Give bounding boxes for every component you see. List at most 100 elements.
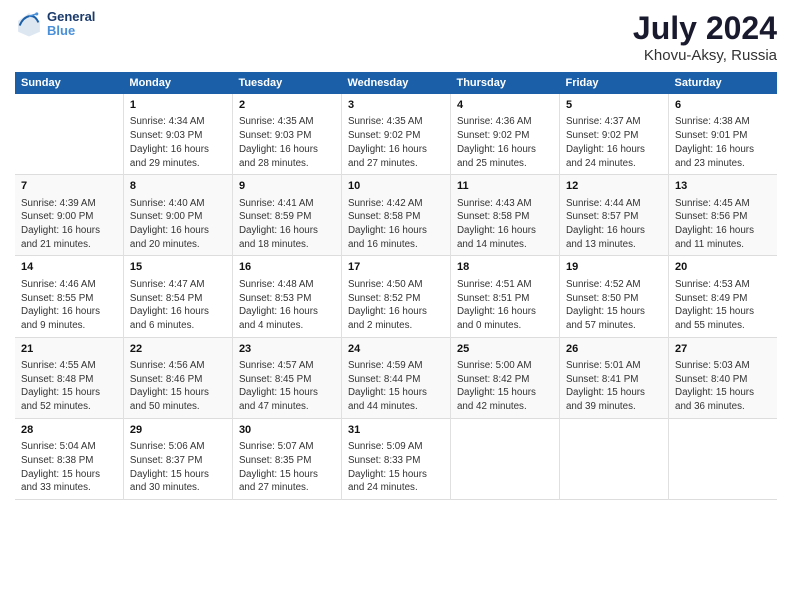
cell-info: Sunrise: 5:04 AMSunset: 8:38 PMDaylight:…	[21, 440, 117, 495]
logo-icon	[15, 10, 43, 38]
week-row-1: 1 Sunrise: 4:34 AMSunset: 9:03 PMDaylight…	[15, 94, 777, 175]
day-number: 9	[239, 179, 335, 194]
calendar-cell: 14Sunrise: 4:46 AMSunset: 8:55 PMDayligh…	[15, 256, 123, 337]
day-number: 5	[566, 98, 662, 113]
calendar-cell: 22 Sunrise: 4:56 AMSunset: 8:46 PMDayligh…	[123, 337, 232, 418]
cell-info: Sunrise: 4:48 AMSunset: 8:53 PMDaylight:…	[239, 278, 335, 333]
day-number: 8	[130, 179, 226, 194]
calendar-cell	[450, 418, 559, 499]
day-number: 23	[239, 342, 335, 357]
day-number: 30	[239, 423, 335, 438]
calendar-cell	[669, 418, 778, 499]
calendar-body: 1 Sunrise: 4:34 AMSunset: 9:03 PMDaylight…	[15, 94, 777, 500]
cell-info: Sunrise: 4:52 AMSunset: 8:50 PMDaylight:…	[566, 278, 662, 333]
day-number: 19	[566, 260, 662, 275]
day-number: 4	[457, 98, 553, 113]
day-number: 20	[675, 260, 771, 275]
cell-info: Sunrise: 4:42 AMSunset: 8:58 PMDaylight:…	[348, 197, 444, 252]
calendar-cell: 15Sunrise: 4:47 AMSunset: 8:54 PMDayligh…	[123, 256, 232, 337]
calendar-cell: 17 Sunrise: 4:50 AMSunset: 8:52 PMDayligh…	[341, 256, 450, 337]
calendar-cell: 27 Sunrise: 5:03 AMSunset: 8:40 PMDayligh…	[669, 337, 778, 418]
day-number: 28	[21, 423, 117, 438]
week-row-3: 14Sunrise: 4:46 AMSunset: 8:55 PMDayligh…	[15, 256, 777, 337]
week-row-2: 7Sunrise: 4:39 AMSunset: 9:00 PMDaylight…	[15, 175, 777, 256]
cell-info: Sunrise: 4:37 AMSunset: 9:02 PMDaylight:…	[566, 115, 662, 170]
cell-info: Sunrise: 4:59 AMSunset: 8:44 PMDaylight:…	[348, 359, 444, 414]
day-number: 22	[130, 342, 226, 357]
cell-info: Sunrise: 4:44 AMSunset: 8:57 PMDaylight:…	[566, 197, 662, 252]
day-number: 27	[675, 342, 771, 357]
calendar-cell: 24Sunrise: 4:59 AMSunset: 8:44 PMDayligh…	[341, 337, 450, 418]
calendar-cell: 2 Sunrise: 4:35 AMSunset: 9:03 PMDaylight…	[232, 94, 341, 175]
cell-info: Sunrise: 5:01 AMSunset: 8:41 PMDaylight:…	[566, 359, 662, 414]
calendar-cell: 25 Sunrise: 5:00 AMSunset: 8:42 PMDayligh…	[450, 337, 559, 418]
calendar-cell	[15, 94, 123, 175]
day-number: 26	[566, 342, 662, 357]
cell-info: Sunrise: 4:36 AMSunset: 9:02 PMDaylight:…	[457, 115, 553, 170]
col-header-tuesday: Tuesday	[232, 72, 341, 94]
cell-info: Sunrise: 4:53 AMSunset: 8:49 PMDaylight:…	[675, 278, 771, 333]
logo: General Blue	[15, 10, 95, 39]
cell-info: Sunrise: 4:45 AMSunset: 8:56 PMDaylight:…	[675, 197, 771, 252]
header: General Blue July 2024 Khovu-Aksy, Russi…	[15, 10, 777, 64]
calendar-cell: 18 Sunrise: 4:51 AMSunset: 8:51 PMDayligh…	[450, 256, 559, 337]
calendar-cell: 29 Sunrise: 5:06 AMSunset: 8:37 PMDayligh…	[123, 418, 232, 499]
calendar-cell: 12 Sunrise: 4:44 AMSunset: 8:57 PMDayligh…	[559, 175, 668, 256]
calendar-cell: 3Sunrise: 4:35 AMSunset: 9:02 PMDaylight…	[341, 94, 450, 175]
calendar-cell: 31Sunrise: 5:09 AMSunset: 8:33 PMDayligh…	[341, 418, 450, 499]
cell-info: Sunrise: 4:56 AMSunset: 8:46 PMDaylight:…	[130, 359, 226, 414]
col-header-monday: Monday	[123, 72, 232, 94]
day-number: 2	[239, 98, 335, 113]
subtitle: Khovu-Aksy, Russia	[633, 47, 777, 64]
calendar-cell: 11 Sunrise: 4:43 AMSunset: 8:58 PMDayligh…	[450, 175, 559, 256]
day-number: 31	[348, 423, 444, 438]
cell-info: Sunrise: 5:07 AMSunset: 8:35 PMDaylight:…	[239, 440, 335, 495]
day-number: 10	[348, 179, 444, 194]
cell-info: Sunrise: 4:51 AMSunset: 8:51 PMDaylight:…	[457, 278, 553, 333]
cell-info: Sunrise: 5:03 AMSunset: 8:40 PMDaylight:…	[675, 359, 771, 414]
cell-info: Sunrise: 4:39 AMSunset: 9:00 PMDaylight:…	[21, 197, 117, 252]
cell-info: Sunrise: 5:06 AMSunset: 8:37 PMDaylight:…	[130, 440, 226, 495]
cell-info: Sunrise: 4:40 AMSunset: 9:00 PMDaylight:…	[130, 197, 226, 252]
cell-info: Sunrise: 4:35 AMSunset: 9:03 PMDaylight:…	[239, 115, 335, 170]
cell-info: Sunrise: 4:38 AMSunset: 9:01 PMDaylight:…	[675, 115, 771, 170]
col-header-saturday: Saturday	[669, 72, 778, 94]
day-number: 18	[457, 260, 553, 275]
day-number: 11	[457, 179, 553, 194]
cell-info: Sunrise: 4:41 AMSunset: 8:59 PMDaylight:…	[239, 197, 335, 252]
col-header-sunday: Sunday	[15, 72, 123, 94]
calendar-cell	[559, 418, 668, 499]
calendar-cell: 4 Sunrise: 4:36 AMSunset: 9:02 PMDaylight…	[450, 94, 559, 175]
main-title: July 2024	[633, 10, 777, 47]
day-number: 12	[566, 179, 662, 194]
calendar-header: SundayMondayTuesdayWednesdayThursdayFrid…	[15, 72, 777, 94]
logo-text: General Blue	[47, 10, 95, 39]
cell-info: Sunrise: 4:46 AMSunset: 8:55 PMDaylight:…	[21, 278, 117, 333]
calendar-cell: 5 Sunrise: 4:37 AMSunset: 9:02 PMDaylight…	[559, 94, 668, 175]
calendar-cell: 9 Sunrise: 4:41 AMSunset: 8:59 PMDaylight…	[232, 175, 341, 256]
calendar-cell: 7Sunrise: 4:39 AMSunset: 9:00 PMDaylight…	[15, 175, 123, 256]
header-row: SundayMondayTuesdayWednesdayThursdayFrid…	[15, 72, 777, 94]
day-number: 25	[457, 342, 553, 357]
day-number: 29	[130, 423, 226, 438]
calendar-cell: 1 Sunrise: 4:34 AMSunset: 9:03 PMDaylight…	[123, 94, 232, 175]
calendar-cell: 26 Sunrise: 5:01 AMSunset: 8:41 PMDayligh…	[559, 337, 668, 418]
calendar-table: SundayMondayTuesdayWednesdayThursdayFrid…	[15, 72, 777, 500]
day-number: 16	[239, 260, 335, 275]
calendar-cell: 8 Sunrise: 4:40 AMSunset: 9:00 PMDaylight…	[123, 175, 232, 256]
day-number: 3	[348, 98, 444, 113]
cell-info: Sunrise: 4:34 AMSunset: 9:03 PMDaylight:…	[130, 115, 226, 170]
col-header-friday: Friday	[559, 72, 668, 94]
calendar-cell: 16 Sunrise: 4:48 AMSunset: 8:53 PMDayligh…	[232, 256, 341, 337]
calendar-cell: 10 Sunrise: 4:42 AMSunset: 8:58 PMDayligh…	[341, 175, 450, 256]
calendar-cell: 13Sunrise: 4:45 AMSunset: 8:56 PMDayligh…	[669, 175, 778, 256]
day-number: 17	[348, 260, 444, 275]
cell-info: Sunrise: 5:00 AMSunset: 8:42 PMDaylight:…	[457, 359, 553, 414]
cell-info: Sunrise: 4:50 AMSunset: 8:52 PMDaylight:…	[348, 278, 444, 333]
cell-info: Sunrise: 4:55 AMSunset: 8:48 PMDaylight:…	[21, 359, 117, 414]
day-number: 15	[130, 260, 226, 275]
page-container: General Blue July 2024 Khovu-Aksy, Russi…	[0, 0, 792, 510]
day-number: 1	[130, 98, 226, 113]
calendar-cell: 30 Sunrise: 5:07 AMSunset: 8:35 PMDayligh…	[232, 418, 341, 499]
cell-info: Sunrise: 4:43 AMSunset: 8:58 PMDaylight:…	[457, 197, 553, 252]
